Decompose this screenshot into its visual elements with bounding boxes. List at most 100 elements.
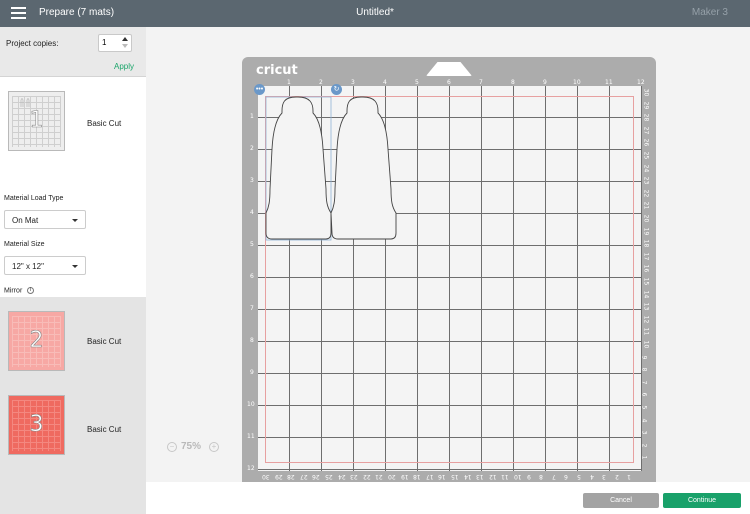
ruler-tick: 13 bbox=[476, 473, 484, 480]
mat-label: Basic Cut bbox=[87, 425, 122, 434]
material-size-label: Material Size bbox=[4, 241, 45, 248]
ruler-tick: 5 bbox=[250, 241, 254, 248]
material-load-type-value: On Mat bbox=[12, 216, 39, 225]
ruler-tick: 6 bbox=[447, 79, 451, 86]
material-size-select[interactable]: 12" x 12" bbox=[4, 256, 86, 275]
ruler-tick: 16 bbox=[438, 473, 447, 480]
footer-bar: Cancel Continue bbox=[146, 482, 750, 514]
ruler-tick: 6 bbox=[640, 392, 648, 397]
chevron-down-icon bbox=[72, 265, 78, 268]
ruler-tick: 22 bbox=[362, 473, 371, 480]
ruler-tick: 7 bbox=[479, 79, 483, 86]
ruler-tick: 8 bbox=[539, 473, 544, 480]
mat-item-3[interactable]: 3 Basic Cut bbox=[0, 384, 146, 482]
ruler-tick: 20 bbox=[388, 473, 396, 480]
zoom-in-icon[interactable]: + bbox=[209, 442, 219, 452]
ruler-tick: 13 bbox=[642, 302, 650, 311]
design-shapes[interactable] bbox=[260, 85, 410, 250]
page-title: Prepare (7 mats) bbox=[39, 7, 115, 18]
zoom-level: 75% bbox=[181, 441, 202, 452]
ruler-tick: 4 bbox=[589, 473, 594, 480]
ruler-tick: 12 bbox=[637, 79, 645, 86]
top-bar: Prepare (7 mats) Untitled* Maker 3 bbox=[0, 0, 750, 27]
ruler-tick: 8 bbox=[640, 367, 648, 372]
ruler-tick: 14 bbox=[642, 290, 650, 298]
ruler-tick: 1 bbox=[627, 473, 632, 480]
ruler-tick: 2 bbox=[640, 443, 648, 448]
mat-item-1[interactable]: 1 Basic Cut Material Load Type On Mat Ma… bbox=[0, 79, 146, 319]
ruler-tick: 1 bbox=[250, 113, 254, 120]
ruler-tick: 11 bbox=[642, 328, 650, 336]
chevron-down-icon bbox=[72, 219, 78, 222]
ruler-tick: 7 bbox=[551, 473, 556, 480]
panel-footer bbox=[0, 482, 146, 514]
ruler-tick: 21 bbox=[375, 473, 384, 480]
mat-number: 3 bbox=[29, 412, 44, 438]
hamburger-icon[interactable] bbox=[11, 7, 26, 19]
ruler-tick: 25 bbox=[325, 473, 333, 480]
continue-button[interactable]: Continue bbox=[663, 493, 741, 508]
ruler-tick: 17 bbox=[425, 473, 434, 480]
ruler-tick: 12 bbox=[642, 315, 650, 324]
mat-thumbnail-1[interactable]: 1 bbox=[8, 91, 65, 151]
machine-name[interactable]: Maker 3 bbox=[692, 7, 728, 18]
ruler-tick: 29 bbox=[274, 473, 283, 480]
info-icon[interactable]: i bbox=[27, 287, 35, 294]
menu-dots-icon[interactable]: ••• bbox=[254, 84, 265, 95]
shape-left bbox=[265, 96, 332, 240]
ruler-tick: 20 bbox=[642, 214, 650, 223]
ruler-tick: 3 bbox=[640, 430, 648, 435]
apply-button[interactable]: Apply bbox=[114, 62, 134, 71]
project-copies-input[interactable] bbox=[102, 38, 118, 47]
zoom-out-icon[interactable]: − bbox=[167, 442, 177, 452]
shape-preview-icon bbox=[20, 98, 30, 107]
ruler-tick: 9 bbox=[640, 355, 648, 360]
ruler-tick: 30 bbox=[262, 473, 270, 480]
ruler-tick: 25 bbox=[642, 151, 650, 160]
project-copies-label: Project copies: bbox=[6, 39, 59, 48]
ruler-tick: 9 bbox=[526, 473, 531, 480]
ruler-tick: 10 bbox=[514, 473, 522, 480]
increment-icon[interactable] bbox=[122, 37, 128, 41]
shape-right bbox=[330, 96, 397, 240]
ruler-tick: 8 bbox=[250, 337, 254, 344]
ruler-tick: 29 bbox=[642, 101, 650, 109]
ruler-tick: 18 bbox=[642, 239, 650, 248]
mirror-label-text: Mirror bbox=[4, 287, 23, 295]
mat-label: Basic Cut bbox=[87, 337, 122, 346]
zoom-control: − 75% + bbox=[165, 438, 220, 456]
mat-tab bbox=[426, 62, 472, 76]
mat-item-2[interactable]: 2 Basic Cut bbox=[0, 297, 146, 384]
ruler-tick: 12 bbox=[488, 473, 497, 480]
ruler-tick: 4 bbox=[640, 418, 648, 423]
ruler-tick: 15 bbox=[451, 473, 459, 480]
ruler-tick: 23 bbox=[350, 473, 358, 480]
ruler-tick: 5 bbox=[415, 79, 419, 86]
mat-number: 1 bbox=[29, 108, 44, 134]
ruler-tick: 6 bbox=[564, 473, 569, 480]
mat-label: Basic Cut bbox=[87, 119, 122, 128]
ruler-tick: 5 bbox=[577, 473, 581, 480]
mirror-label: Mirror i bbox=[4, 287, 35, 295]
ruler-tick: 10 bbox=[573, 79, 581, 86]
rotate-icon[interactable]: ↻ bbox=[331, 84, 342, 95]
ruler-tick: 24 bbox=[642, 164, 650, 172]
ruler-tick: 23 bbox=[642, 176, 650, 185]
ruler-tick: 24 bbox=[337, 473, 346, 480]
decrement-icon[interactable] bbox=[122, 44, 128, 48]
mat-thumbnail-2[interactable]: 2 bbox=[8, 311, 65, 371]
project-copies-stepper[interactable] bbox=[98, 34, 132, 52]
ruler-tick: 2 bbox=[250, 145, 254, 152]
ruler-tick: 5 bbox=[640, 405, 648, 410]
ruler-tick: 3 bbox=[602, 473, 607, 480]
ruler-tick: 11 bbox=[605, 79, 613, 86]
mat-thumbnail-3[interactable]: 3 bbox=[8, 395, 65, 455]
ruler-tick: 8 bbox=[511, 79, 515, 86]
material-load-type-select[interactable]: On Mat bbox=[4, 210, 86, 229]
material-size-value: 12" x 12" bbox=[12, 262, 44, 271]
ruler-tick: 28 bbox=[287, 473, 295, 480]
ruler-tick: 9 bbox=[543, 79, 547, 86]
ruler-tick: 7 bbox=[640, 380, 648, 385]
ruler-tick: 7 bbox=[250, 305, 254, 312]
cancel-button[interactable]: Cancel bbox=[583, 493, 659, 508]
